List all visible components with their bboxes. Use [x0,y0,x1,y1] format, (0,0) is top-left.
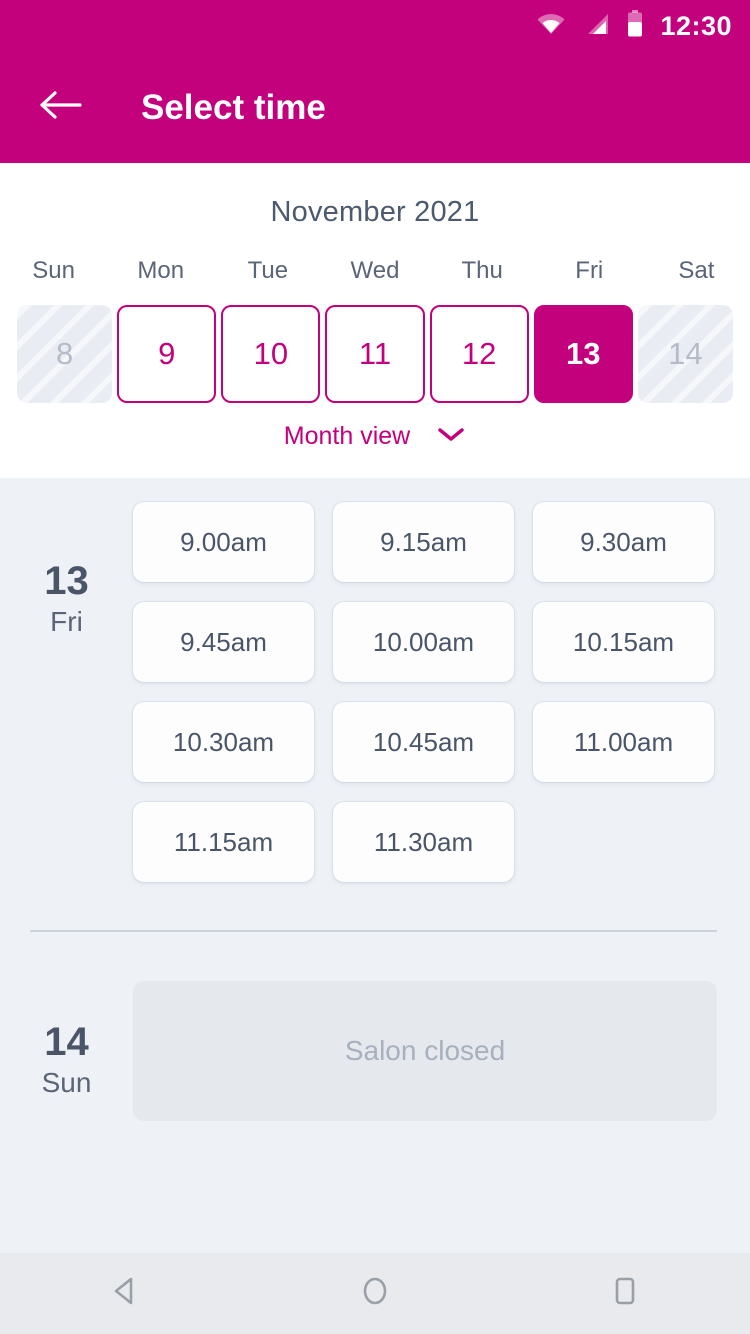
schedule-day-label-13: 13 Fri [0,502,133,882]
wifi-icon [536,12,566,41]
time-slot[interactable]: 11.30am [333,802,514,882]
calendar-day-row: 8 9 10 11 12 13 14 [0,305,750,403]
status-bar-clock: 12:30 [660,10,732,41]
schedule-day-name: Sun [41,1067,92,1098]
calendar-day-11[interactable]: 11 [325,305,425,403]
schedule-body: 13 Fri 9.00am 9.15am 9.30am 9.45am 10.00… [0,478,750,1253]
calendar-month-title: November 2021 [270,196,480,228]
weekday-header-fri: Fri [575,257,604,284]
android-nav-bar [0,1253,750,1334]
calendar-panel: November 2021 Sun Mon Tue Wed Thu Fri Sa… [0,163,750,478]
time-slot[interactable]: 11.00am [533,702,714,782]
back-nav-icon [105,1271,145,1316]
time-slot[interactable]: 11.15am [133,802,314,882]
calendar-day-13[interactable]: 13 [533,305,633,403]
schedule-day-label-14: 14 Sun [0,981,133,1121]
calendar-day-12[interactable]: 12 [429,305,529,403]
battery-icon [626,9,644,43]
back-button[interactable] [17,65,103,151]
schedule-group-14: 14 Sun Salon closed [0,932,750,1121]
weekday-header-tue: Tue [247,257,289,284]
calendar-day-10[interactable]: 10 [221,305,321,403]
time-slot[interactable]: 9.45am [133,602,314,682]
time-slot[interactable]: 10.15am [533,602,714,682]
weekday-header-wed: Wed [350,257,400,284]
calendar-day-8: 8 [17,305,113,403]
chevron-down-icon [436,425,466,448]
nav-home-button[interactable] [250,1271,500,1316]
schedule-day-number: 13 [44,559,89,603]
calendar-day-14: 14 [637,305,733,403]
status-bar: 12:30 [0,0,750,52]
time-slot[interactable]: 10.45am [333,702,514,782]
schedule-day-number: 14 [44,1020,89,1064]
back-arrow-icon [38,89,82,126]
time-slot[interactable]: 10.30am [133,702,314,782]
time-slot[interactable]: 9.00am [133,502,314,582]
nav-recents-button[interactable] [500,1271,750,1316]
time-slot[interactable]: 9.15am [333,502,514,582]
time-slot-grid: 9.00am 9.15am 9.30am 9.45am 10.00am 10.1… [133,502,750,882]
calendar-day-9[interactable]: 9 [117,305,217,403]
page-title: Select time [141,87,326,127]
home-nav-icon [355,1271,395,1316]
weekday-header-sun: Sun [32,257,75,284]
weekday-header-thu: Thu [461,257,503,284]
app-bar: Select time [0,52,750,163]
schedule-day-name: Fri [50,606,83,637]
screen-select-time: 12:30 Select time November 2021 Sun Mon … [0,0,750,1334]
time-slot[interactable]: 9.30am [533,502,714,582]
signal-icon [582,12,610,41]
month-view-label: Month view [283,422,411,450]
nav-back-button[interactable] [0,1271,250,1316]
weekday-header-sat: Sat [678,257,715,284]
recents-nav-icon [605,1271,645,1316]
salon-closed-banner: Salon closed [133,981,717,1121]
month-view-toggle[interactable]: Month view [0,422,750,451]
weekday-header-row: Sun Mon Tue Wed Thu Fri Sat [0,257,750,285]
schedule-group-13: 13 Fri 9.00am 9.15am 9.30am 9.45am 10.00… [0,478,750,882]
time-slot[interactable]: 10.00am [333,602,514,682]
weekday-header-mon: Mon [137,257,185,284]
